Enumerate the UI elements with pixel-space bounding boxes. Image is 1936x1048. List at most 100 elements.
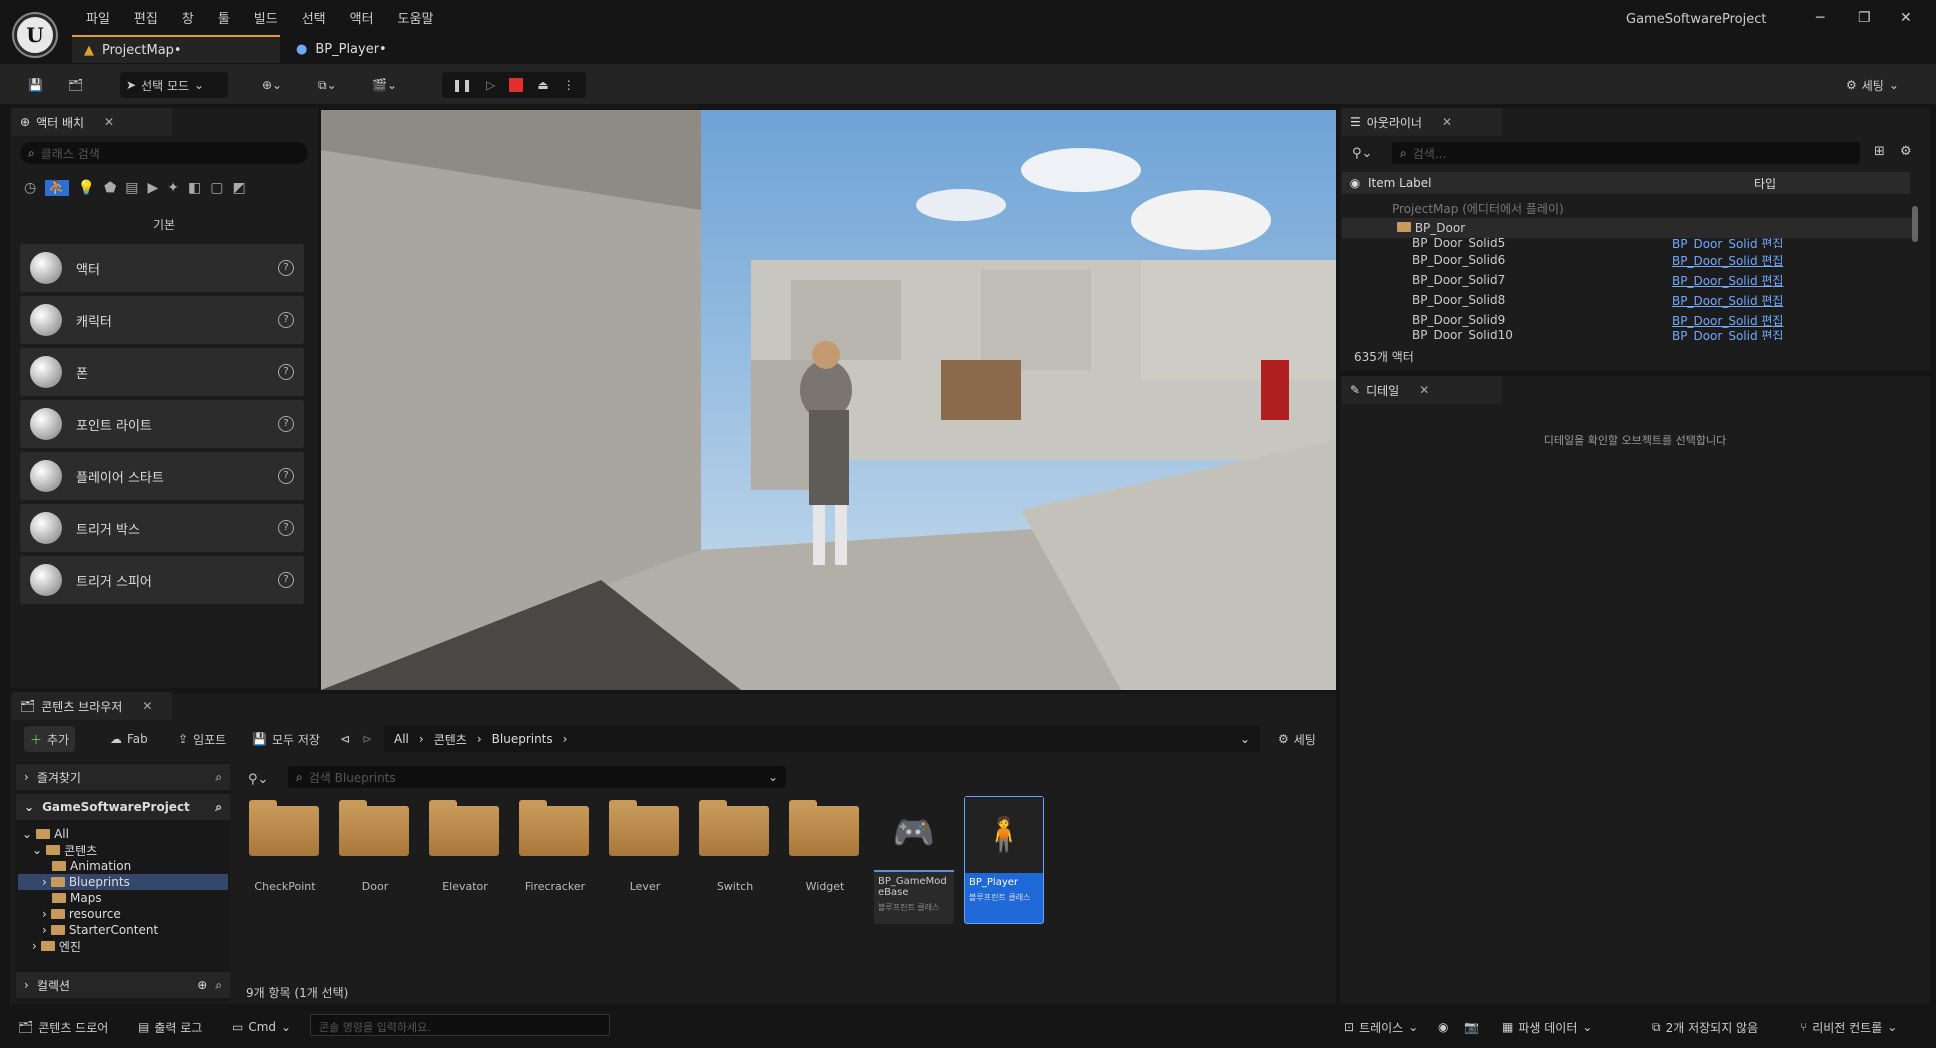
tree-item-all[interactable]: ⌄ All [22,826,69,842]
more-icon[interactable]: ⋮ [563,78,575,92]
close-icon[interactable]: ✕ [1442,115,1452,129]
menu-actor[interactable]: 액터 [338,10,386,30]
step-icon[interactable]: ▷ [486,78,495,92]
tab-project-map[interactable]: ▲ ProjectMap• [72,35,280,63]
mode-select-button[interactable]: ➤ 선택 모드 ⌄ [120,72,228,98]
tab-place-actors[interactable]: ⊕ 액터 배치 ✕ [12,108,172,136]
class-search-input[interactable]: ⌕ 클래스 검색 [20,142,308,164]
level-viewport[interactable] [321,110,1336,690]
save-all-button[interactable]: 💾 모두 저장 [246,726,326,752]
unsaved-button[interactable]: ⧉ 2개 저장되지 않음 [1652,1014,1758,1040]
eye-icon[interactable]: ◉ [1342,176,1368,190]
outliner-search-input[interactable]: ⌕ 검색... [1392,142,1860,164]
pause-icon[interactable]: ❚❚ [452,78,472,92]
close-icon[interactable]: ✕ [142,699,152,713]
col-type[interactable]: 타입 [1754,175,1776,192]
cmd-dropdown[interactable]: ▭ Cmd ⌄ [232,1014,291,1040]
shapes-icon[interactable]: ⬟ [104,180,116,196]
search-icon[interactable]: ⌕ [215,800,222,815]
import-button[interactable]: ⇪ 임포트 [172,726,232,752]
search-icon[interactable]: ⌕ [215,978,222,993]
menu-edit[interactable]: 편집 [122,10,170,30]
project-header[interactable]: ⌄ GameSoftwareProject ⌕ [16,794,230,820]
content-settings-button[interactable]: ⚙ 세팅 [1272,726,1322,752]
help-icon[interactable]: ? [278,260,294,276]
close-icon[interactable]: ✕ [1419,383,1429,397]
folder-widget[interactable] [789,800,859,856]
folder-switch[interactable] [699,800,769,856]
add-button[interactable]: ＋ 추가 [24,726,76,752]
tab-content-browser[interactable]: 🗂 콘텐츠 브라우저 ✕ [12,692,172,720]
help-icon[interactable]: ? [278,312,294,328]
content-drawer-button[interactable]: 🗂 콘텐츠 드로어 [18,1014,108,1040]
record-icon[interactable]: ◉ [1438,1014,1448,1040]
tree-item-maps[interactable]: Maps [52,890,102,906]
actor-item-actor[interactable]: 액터? [20,244,304,292]
table-row[interactable]: BP_Door_Solid5 BP_Door_Solid 편집 [1342,238,1912,248]
table-row[interactable]: BP_Door_Solid7 BP_Door_Solid 편집 [1342,270,1912,290]
help-icon[interactable]: ? [278,468,294,484]
lights-icon[interactable]: 💡 [78,180,95,196]
eject-icon[interactable]: ⏏ [537,78,548,92]
outliner-folder-row[interactable]: BP_Door [1342,218,1912,238]
add-actor-button[interactable]: ⊕⌄ [256,72,288,98]
volumes-icon[interactable]: ◧ [188,180,201,196]
asset-search-input[interactable]: ⌕ 검색 Blueprints ⌄ [288,766,786,788]
console-input[interactable]: 콘솔 명령을 입력하세요. [310,1014,610,1036]
tab-outliner[interactable]: ☰ 아웃라이너 ✕ [1342,108,1502,136]
restore-icon[interactable]: ❐ [1858,10,1871,26]
media-icon[interactable]: ▶ [148,180,159,196]
unreal-logo-icon[interactable]: U [14,14,56,56]
menu-window[interactable]: 창 [170,10,206,30]
menu-tools[interactable]: 툴 [206,10,242,30]
table-row[interactable]: BP_Door_Solid9 BP_Door_Solid 편집 [1342,310,1912,330]
visual-effects-icon[interactable]: ✦ [167,180,179,196]
outliner-map-row[interactable]: ProjectMap (에디터에서 플레이) [1342,198,1912,218]
favorites-header[interactable]: › 즐겨찾기 ⌕ [16,764,230,790]
help-icon[interactable]: ? [278,520,294,536]
menu-build[interactable]: 빌드 [242,10,290,30]
help-icon[interactable]: ? [278,364,294,380]
tab-bp-player[interactable]: ● BP_Player• [284,35,444,63]
filter-icon[interactable]: ⚲⌄ [1352,146,1372,161]
tree-item-blueprints[interactable]: › Blueprints [18,874,228,890]
help-icon[interactable]: ? [278,416,294,432]
output-log-button[interactable]: ▤ 출력 로그 [138,1014,202,1040]
menu-select[interactable]: 선택 [290,10,338,30]
geometry-icon[interactable]: ▢ [210,180,223,196]
close-icon[interactable]: ✕ [104,115,114,129]
actor-item-trigger-box[interactable]: 트리거 박스? [20,504,304,552]
breadcrumb-content[interactable]: 콘텐츠 [434,731,467,748]
filter-icon[interactable]: ⚲⌄ [248,772,268,787]
outliner-scrollbar[interactable] [1912,206,1918,242]
collections-header[interactable]: › 컬렉션 ⊕ ⌕ [16,972,230,998]
cinematic-icon[interactable]: ▤ [125,180,138,196]
folder-firecracker[interactable] [519,800,589,856]
recent-icon[interactable]: ◷ [24,180,36,196]
back-icon[interactable]: ⊲ [334,726,356,752]
search-icon[interactable]: ⌕ [215,770,222,785]
revision-control-button[interactable]: ⑂ 리비전 컨트롤 ⌄ [1800,1014,1897,1040]
fab-button[interactable]: ☁ Fab [104,726,154,752]
tree-item-content[interactable]: ⌄ 콘텐츠 [32,842,97,858]
cinematics-button[interactable]: 🎬⌄ [366,72,403,98]
folder-elevator[interactable] [429,800,499,856]
help-icon[interactable]: ? [278,572,294,588]
folder-lever[interactable] [609,800,679,856]
screenshot-icon[interactable]: 📷 [1464,1014,1479,1040]
all-classes-icon[interactable]: ◩ [232,180,245,196]
blueprint-button[interactable]: ⧉⌄ [312,72,343,98]
folder-checkpoint[interactable] [249,800,319,856]
tree-item-engine[interactable]: › 엔진 [32,938,81,954]
breadcrumb-all[interactable]: All [394,732,409,746]
actor-item-pawn[interactable]: 폰? [20,348,304,396]
derived-data-button[interactable]: ▦ 파생 데이터 ⌄ [1502,1014,1592,1040]
folder-door[interactable] [339,800,409,856]
menu-help[interactable]: 도움말 [386,10,446,30]
col-item-label[interactable]: Item Label [1368,176,1754,190]
trace-button[interactable]: ⊡ 트레이스 ⌄ [1344,1014,1418,1040]
tree-item-animation[interactable]: Animation [52,858,131,874]
tree-item-resource[interactable]: › resource [42,906,121,922]
basic-icon[interactable]: ⛹ [45,180,69,196]
table-row[interactable]: BP_Door_Solid10 BP_Door_Solid 편집 [1342,330,1912,340]
